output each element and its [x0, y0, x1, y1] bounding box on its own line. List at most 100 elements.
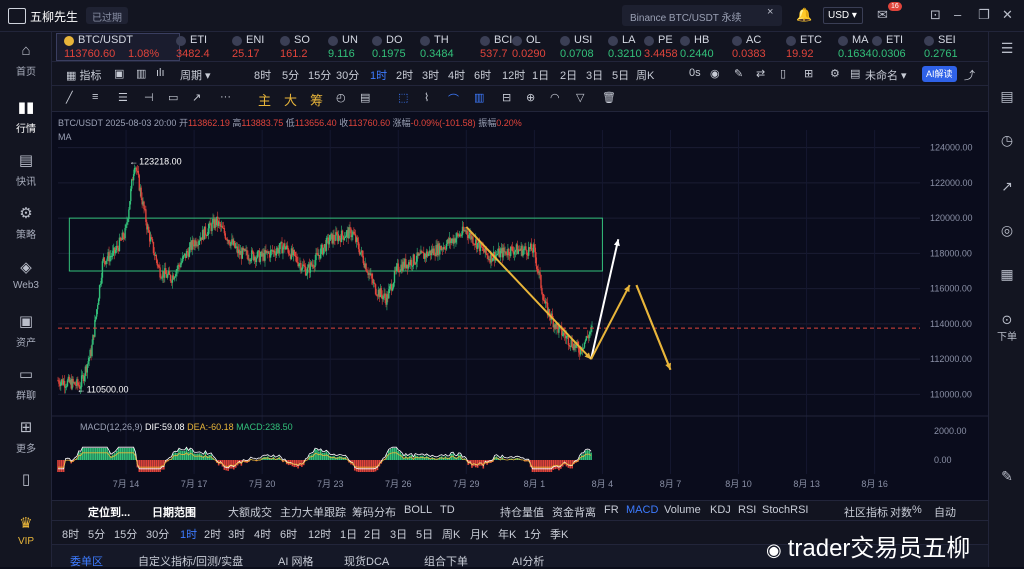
channel-icon[interactable]: ☰: [118, 91, 128, 104]
nav-panel[interactable]: ▯: [0, 470, 52, 492]
main-force-tool[interactable]: 主: [258, 90, 271, 109]
nav-news[interactable]: ▤快讯: [0, 151, 52, 188]
ticker-item[interactable]: AC0.0383: [732, 32, 784, 62]
period-option[interactable]: 1日: [532, 67, 549, 83]
ray-icon[interactable]: ⊣: [144, 91, 154, 104]
calendar-icon[interactable]: ▣: [114, 67, 124, 80]
indicator-option[interactable]: Volume: [664, 504, 701, 516]
target-icon[interactable]: ◎: [989, 222, 1024, 239]
ticker-item[interactable]: HB0.2440: [680, 32, 732, 62]
indicator-option[interactable]: 定位到...: [88, 504, 130, 520]
bag-icon[interactable]: ▤: [850, 67, 860, 80]
grid-icon[interactable]: ⊞: [804, 67, 813, 80]
indicator-option[interactable]: 日期范围: [152, 504, 196, 520]
candle-icon[interactable]: ▥: [136, 67, 146, 80]
period-option[interactable]: 12时: [308, 526, 331, 542]
ticker-item[interactable]: OL0.0290: [512, 32, 564, 62]
period-button[interactable]: 周期 ▾: [180, 67, 211, 83]
compare-icon[interactable]: ⇄: [756, 67, 765, 80]
indicator-option[interactable]: TD: [440, 504, 455, 516]
period-option[interactable]: 30分: [336, 67, 359, 83]
indicator-option[interactable]: 筹码分布: [352, 504, 396, 520]
annotation-arrow-forecast-end[interactable]: [636, 285, 670, 370]
indicator-option[interactable]: 主力大单跟踪: [280, 504, 346, 520]
big-order-tool[interactable]: 大: [284, 90, 297, 109]
ticker-item[interactable]: ETI3482.4: [176, 32, 228, 62]
indicator-option[interactable]: 对数: [890, 504, 912, 520]
camera-icon[interactable]: ◉: [710, 67, 720, 80]
period-option[interactable]: 8时: [62, 526, 79, 542]
indicator-option[interactable]: 自动: [934, 504, 956, 520]
ticker-item[interactable]: DO0.1975: [372, 32, 424, 62]
period-option[interactable]: 3时: [228, 526, 245, 542]
indicator-option[interactable]: 资金背离: [552, 504, 596, 520]
rectangle-icon[interactable]: ▭: [168, 91, 178, 104]
period-option[interactable]: 3日: [586, 67, 603, 83]
period-option[interactable]: 5日: [612, 67, 629, 83]
currency-select[interactable]: USD ▾: [823, 7, 863, 24]
period-option[interactable]: 周K: [636, 67, 654, 83]
range-box[interactable]: [69, 218, 602, 271]
order-button[interactable]: ⊙下单: [989, 312, 1024, 343]
indicator-option[interactable]: KDJ: [710, 504, 731, 516]
pencil-icon[interactable]: ✎: [989, 468, 1024, 485]
trend-icon[interactable]: ↗: [989, 178, 1024, 195]
calculator-icon[interactable]: ▦: [989, 266, 1024, 283]
annotation-arrow-up[interactable]: [591, 285, 630, 359]
period-option[interactable]: 5分: [88, 526, 105, 542]
nav-assets[interactable]: ▣资产: [0, 312, 52, 349]
nav-market[interactable]: ▮▮行情: [0, 98, 52, 135]
ruler-icon[interactable]: ⌇: [424, 91, 429, 104]
unnamed-button[interactable]: 未命名 ▾: [865, 67, 907, 83]
bars-tool-icon[interactable]: ▥: [474, 91, 484, 104]
mail-icon[interactable]: ✉: [877, 7, 888, 23]
period-option[interactable]: 12时: [502, 67, 525, 83]
select-tool-icon[interactable]: ⬚: [398, 91, 408, 104]
indicator-option[interactable]: RSI: [738, 504, 756, 516]
settings-icon[interactable]: ⚙: [830, 67, 840, 80]
nav-chat[interactable]: ▭群聊: [0, 365, 52, 402]
ai-interpret-button[interactable]: AI解读: [922, 66, 957, 82]
period-option[interactable]: 1时: [180, 526, 197, 542]
arrow-tool-icon[interactable]: ↗: [192, 91, 201, 104]
period-option[interactable]: 4时: [448, 67, 465, 83]
clock-tool-icon[interactable]: ◴: [336, 91, 346, 104]
ticker-item[interactable]: USI0.0708: [560, 32, 612, 62]
price-chart[interactable]: 124000.00122000.00120000.00118000.001160…: [52, 112, 988, 500]
magnet-icon[interactable]: ⌒: [448, 91, 459, 107]
bell-icon[interactable]: 🔔: [796, 7, 812, 23]
period-option[interactable]: 1分: [524, 526, 541, 542]
measure-icon[interactable]: ◠: [550, 91, 560, 104]
nav-vip[interactable]: ♛VIP: [0, 514, 52, 547]
window-icon[interactable]: ⊡: [930, 7, 941, 23]
period-option[interactable]: 1时: [370, 67, 387, 83]
ticker-item[interactable]: ETC19.92: [786, 32, 838, 62]
period-option[interactable]: 月K: [470, 526, 488, 542]
nav-web3[interactable]: ◈Web3: [0, 258, 52, 291]
period-option[interactable]: 3日: [390, 526, 407, 542]
indicator-option[interactable]: BOLL: [404, 504, 432, 516]
ticker-item[interactable]: ENI25.17: [232, 32, 284, 62]
period-option[interactable]: 6时: [474, 67, 491, 83]
list-icon[interactable]: ☰: [989, 40, 1024, 57]
chart-type-icon[interactable]: ılı: [156, 67, 165, 79]
period-option[interactable]: 5分: [282, 67, 299, 83]
ticker-item[interactable]: BTC/USDT113760.601.08%: [64, 32, 180, 62]
more-tools-icon[interactable]: ···: [220, 91, 231, 103]
period-option[interactable]: 15分: [114, 526, 137, 542]
expired-badge[interactable]: 已过期: [86, 7, 128, 24]
layers-icon[interactable]: ▤: [360, 91, 370, 104]
layout-icon[interactable]: ▯: [780, 67, 786, 80]
search-input[interactable]: Binance BTC/USDT 永续: [622, 5, 782, 26]
period-option[interactable]: 4时: [254, 526, 271, 542]
period-option[interactable]: 2时: [396, 67, 413, 83]
delete-icon[interactable]: 🗑: [602, 91, 616, 104]
indicator-option[interactable]: StochRSI: [762, 504, 808, 516]
trendline-icon[interactable]: ╱: [66, 91, 73, 104]
lock-icon[interactable]: ⊕: [526, 91, 535, 104]
indicator-option[interactable]: 社区指标: [844, 504, 888, 520]
indicator-option[interactable]: MACD: [626, 504, 658, 516]
period-option[interactable]: 2日: [364, 526, 381, 542]
annotation-arrow-up-white[interactable]: [591, 239, 618, 359]
indicator-button[interactable]: ▦ 指标: [66, 67, 101, 83]
